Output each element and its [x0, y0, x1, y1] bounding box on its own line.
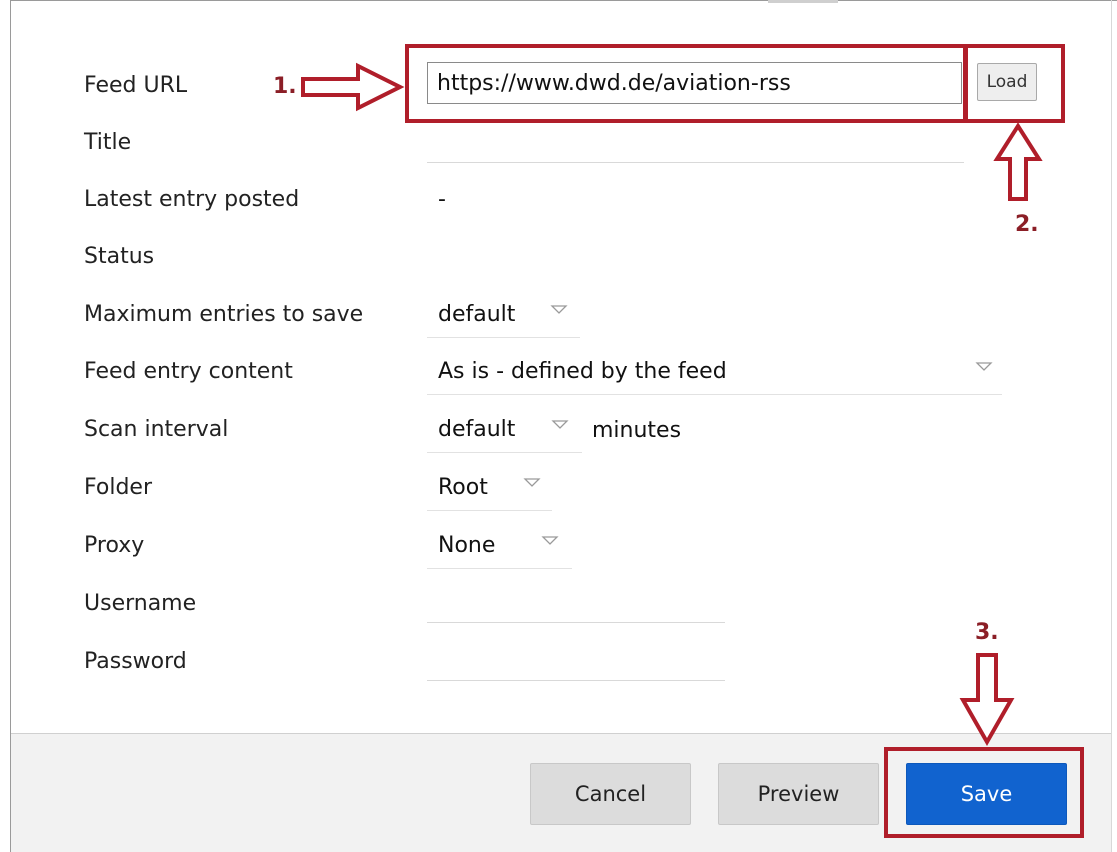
chevron-down-icon [541, 536, 559, 545]
proxy-label: Proxy [84, 533, 145, 558]
scan-interval-value: default [438, 417, 516, 442]
max-entries-select[interactable]: default [427, 294, 580, 338]
annotation-step-1: 1. [273, 74, 297, 99]
latest-entry-label: Latest entry posted [84, 187, 300, 212]
hollow-arrow-icon [959, 653, 1015, 747]
chevron-down-icon [975, 362, 993, 371]
chevron-down-icon [551, 420, 569, 429]
dialog-right-edge [1111, 0, 1112, 852]
preview-button[interactable]: Preview [718, 763, 879, 825]
hollow-arrow-icon [993, 122, 1043, 201]
scan-interval-select[interactable]: default [427, 409, 582, 453]
chevron-down-icon [523, 478, 541, 487]
annotation-box-save [884, 747, 1084, 838]
feed-entry-content-label: Feed entry content [84, 359, 293, 384]
annotation-step-3: 3. [975, 620, 999, 645]
chevron-down-icon [550, 305, 568, 314]
feed-url-label: Feed URL [84, 73, 188, 98]
cancel-button[interactable]: Cancel [530, 763, 691, 825]
password-input[interactable] [427, 646, 725, 681]
proxy-value: None [438, 533, 496, 558]
password-label: Password [84, 649, 187, 674]
status-label: Status [84, 244, 155, 269]
folder-select[interactable]: Root [427, 467, 552, 511]
folder-value: Root [438, 475, 488, 500]
proxy-select[interactable]: None [427, 525, 572, 569]
annotation-box-url [405, 44, 967, 123]
feed-entry-content-value: As is - defined by the feed [438, 359, 727, 384]
annotation-step-2: 2. [1015, 212, 1039, 237]
title-input[interactable] [427, 128, 964, 163]
scan-interval-unit: minutes [592, 418, 682, 443]
latest-entry-value: - [438, 187, 446, 212]
username-input[interactable] [427, 588, 725, 623]
max-entries-value: default [438, 302, 516, 327]
hollow-arrow-icon [301, 62, 405, 112]
folder-label: Folder [84, 475, 152, 500]
username-label: Username [84, 591, 197, 616]
feed-entry-content-select[interactable]: As is - defined by the feed [427, 351, 1002, 395]
title-label: Title [84, 130, 132, 155]
window-grip [768, 0, 838, 3]
max-entries-label: Maximum entries to save [84, 302, 364, 327]
annotation-box-load [964, 44, 1065, 123]
scan-interval-label: Scan interval [84, 417, 229, 442]
